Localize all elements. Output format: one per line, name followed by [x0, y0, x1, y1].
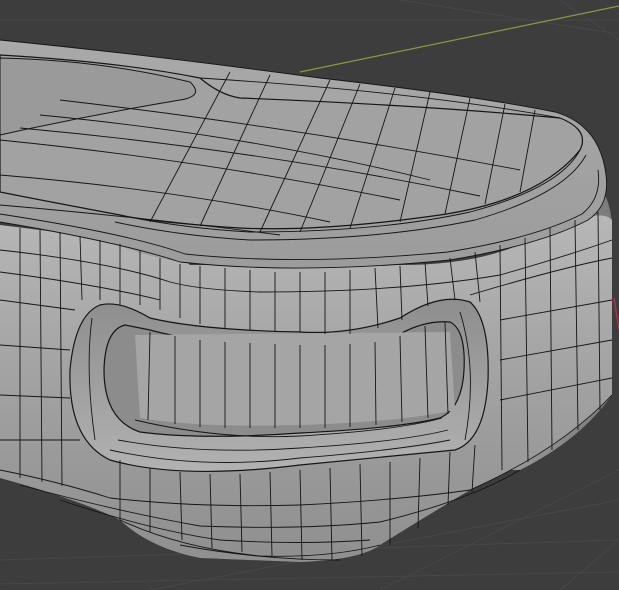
- z-axis-line: [613, 297, 619, 331]
- mesh-object[interactable]: [0, 39, 613, 562]
- mesh-handle-back-wall: [135, 332, 455, 426]
- 3d-viewport[interactable]: [0, 0, 619, 590]
- viewport-canvas[interactable]: [0, 0, 619, 590]
- x-axis-line: [299, 5, 619, 73]
